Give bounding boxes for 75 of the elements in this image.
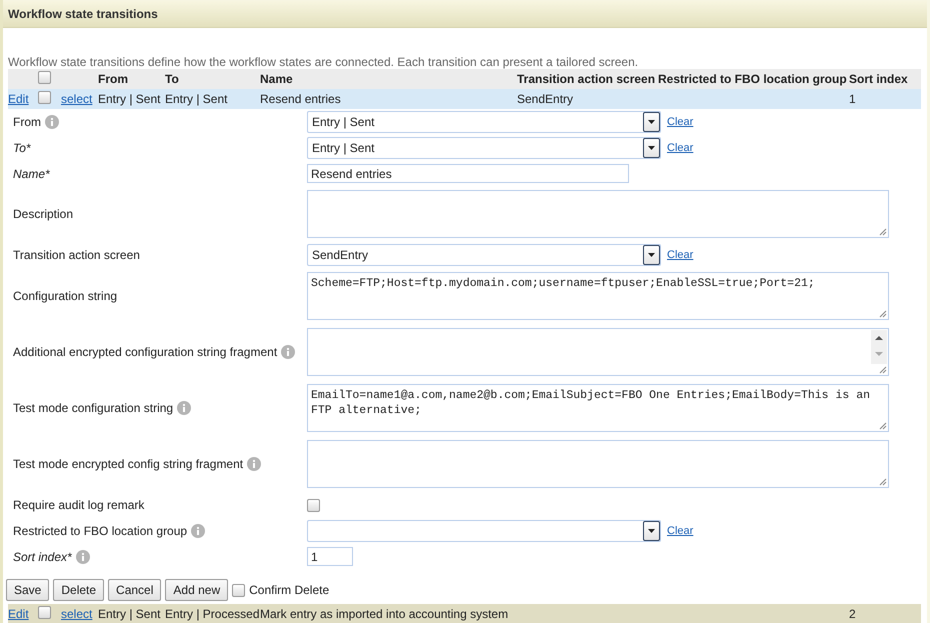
column-header: Transition action screen bbox=[517, 72, 656, 86]
field-label: Restricted to FBO location group bbox=[13, 524, 188, 538]
field-label: Configuration string bbox=[13, 289, 118, 303]
field-label: Transition action screen bbox=[13, 248, 140, 262]
table-cell-text: Entry | Sent bbox=[98, 92, 162, 106]
column-header: Name bbox=[260, 72, 294, 86]
table-cell-text: Resend entries bbox=[260, 92, 342, 106]
panel-title: Workflow state transitions bbox=[3, 0, 927, 28]
text-area[interactable] bbox=[307, 440, 889, 488]
resize-grip-icon[interactable] bbox=[879, 310, 887, 318]
input-field[interactable]: Resend entries bbox=[307, 164, 629, 183]
field-label: Require audit log remark bbox=[13, 498, 144, 512]
field-label: To* bbox=[13, 141, 31, 155]
field-label: Sort index* bbox=[13, 550, 72, 564]
resize-grip-icon[interactable] bbox=[879, 478, 887, 486]
dropdown[interactable]: SendEntry bbox=[307, 244, 661, 266]
dropdown[interactable]: Entry | Sent bbox=[307, 111, 661, 133]
clear-link[interactable]: Clear bbox=[667, 142, 694, 154]
field-label: Additional encrypted configuration string fragment bbox=[13, 345, 278, 359]
text-area[interactable]: Scheme=FTP;Host=ftp.mydomain.com;username=ftpuser;EnableSSL=true;Port=21; bbox=[307, 272, 889, 320]
clear-link[interactable]: Clear bbox=[667, 116, 694, 128]
column-header: From bbox=[98, 72, 129, 86]
column-header: To bbox=[165, 72, 180, 86]
select-all-checkbox[interactable] bbox=[38, 71, 51, 84]
resize-grip-icon[interactable] bbox=[879, 422, 887, 430]
dropdown[interactable] bbox=[307, 520, 661, 542]
column-header: Sort index bbox=[849, 72, 909, 86]
form-button[interactable]: Save bbox=[6, 579, 50, 601]
table-cell-text: 1 bbox=[849, 92, 857, 106]
text-area[interactable]: EmailTo=name1@a.com,name2@b.com;EmailSubject=FBO One Entries;EmailBody=This is an FTP alternative; bbox=[307, 384, 889, 432]
field-label: Test mode encrypted config string fragment bbox=[13, 457, 244, 471]
caret-icon bbox=[648, 253, 655, 257]
resize-grip-icon[interactable] bbox=[879, 366, 887, 374]
dropdown[interactable]: Entry | Sent bbox=[307, 137, 661, 159]
info-icon bbox=[281, 345, 296, 359]
scrollbar-drawing[interactable] bbox=[871, 330, 887, 364]
field-label: Description bbox=[13, 207, 74, 221]
select-link[interactable]: select bbox=[61, 606, 98, 620]
info-icon bbox=[45, 115, 59, 129]
clear-link[interactable]: Clear bbox=[667, 525, 694, 537]
row-checkbox[interactable] bbox=[38, 606, 51, 618]
form-button[interactable]: Delete bbox=[53, 579, 104, 601]
text-area[interactable] bbox=[307, 190, 889, 238]
caret-icon bbox=[648, 120, 655, 124]
table-cell: Entry | Processed bbox=[165, 606, 260, 620]
form-button[interactable]: Add new bbox=[165, 579, 228, 601]
edit-link[interactable]: Edit bbox=[8, 606, 38, 620]
column-header: Restricted to FBO location group bbox=[658, 72, 848, 86]
table-cell-text: SendEntry bbox=[517, 92, 574, 106]
table-cell-text: 2 bbox=[849, 606, 857, 620]
select-link[interactable]: select bbox=[61, 92, 98, 106]
resize-grip-icon[interactable] bbox=[879, 228, 887, 236]
table-cell-text: Mark entry as imported into accounting system bbox=[260, 606, 510, 620]
panel-description: Workflow state transitions define how the workflow states are connected. Each transition can present a tailored screen. bbox=[8, 55, 640, 69]
checkbox[interactable] bbox=[307, 498, 320, 512]
info-icon bbox=[191, 524, 206, 538]
checkbox-label: Confirm Delete bbox=[249, 583, 330, 597]
table-row[interactable]: Edit select Entry | Sent Entry | ProcessedMark entry as imported into accounting system 2 bbox=[8, 604, 921, 623]
info-icon bbox=[247, 457, 262, 471]
confirm-checkbox[interactable] bbox=[232, 584, 246, 596]
field-label: From bbox=[13, 115, 41, 129]
table-row[interactable]: Edit select Entry | Sent Entry | Sent Resend entries SendEntry 1 bbox=[8, 89, 921, 109]
form-button[interactable]: Cancel bbox=[108, 579, 162, 601]
field-label: Name* bbox=[13, 166, 50, 180]
row-checkbox[interactable] bbox=[38, 91, 51, 104]
field-label: Test mode configuration string bbox=[13, 401, 174, 415]
clear-link[interactable]: Clear bbox=[667, 249, 694, 261]
table-cell-text: Entry | Sent bbox=[98, 606, 162, 620]
input-field[interactable]: 1 bbox=[307, 547, 353, 566]
caret-icon bbox=[648, 146, 655, 150]
info-icon bbox=[76, 550, 90, 564]
edit-link[interactable]: Edit bbox=[8, 92, 38, 106]
caret-icon bbox=[648, 529, 655, 533]
info-icon bbox=[177, 401, 192, 415]
table-cell-text: Entry | Sent bbox=[165, 92, 228, 106]
